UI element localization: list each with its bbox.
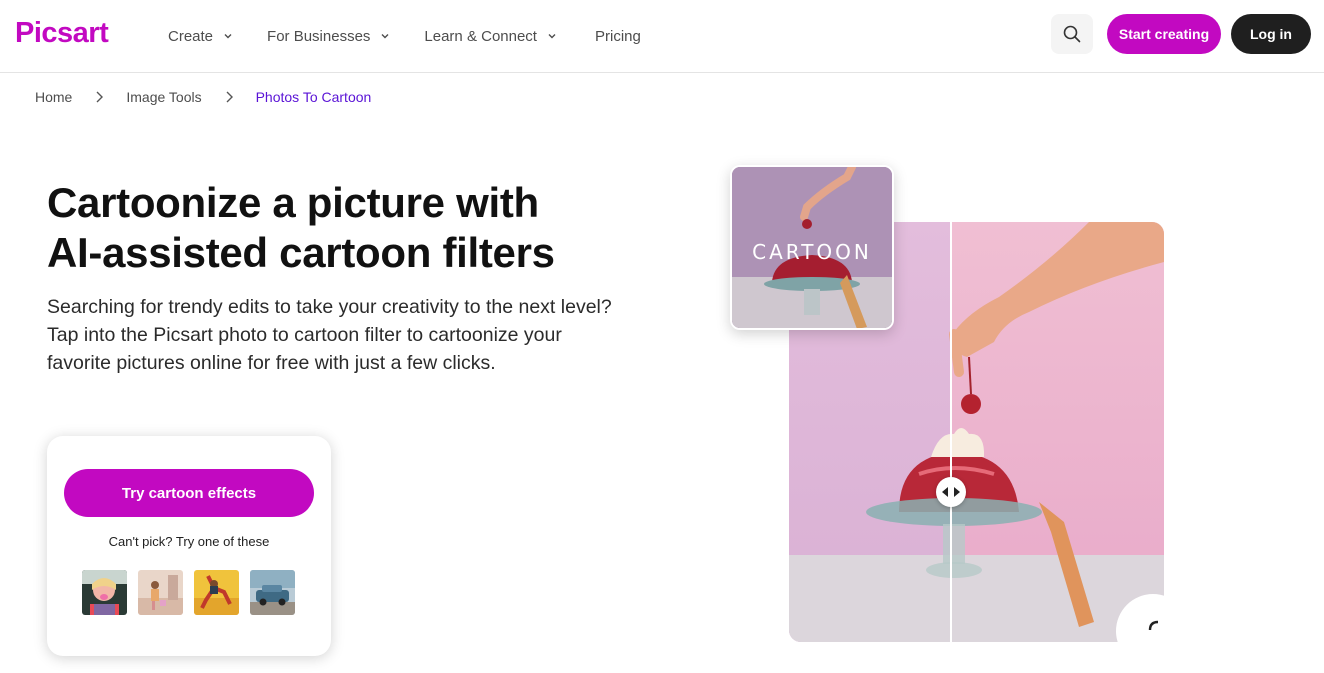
start-creating-button[interactable]: Start creating [1107,14,1221,54]
floating-action-circle[interactable] [1116,594,1190,668]
loading-arc-icon [1148,620,1159,631]
nav-for-businesses-label: For Businesses [267,27,371,45]
sample-image-dancer [194,570,239,615]
chevron-down-icon [224,34,232,39]
search-icon [1063,25,1081,43]
page-title-line-2: AI-assisted cartoon filters [47,229,555,276]
cant-pick-text: Can't pick? Try one of these [108,534,270,549]
chevron-down-icon [548,34,556,39]
nav-create-label: Create [168,27,214,45]
sample-image-vintage-car [250,570,295,615]
breadcrumb: Home Image Tools Photos To Cartoon [35,89,371,105]
picsart-logo[interactable]: Picsart [15,17,109,50]
main-nav: Create For Businesses Learn & Connect Pr… [168,0,675,72]
nav-create[interactable]: Create [168,28,233,45]
sample-thumbnails [82,570,306,615]
nav-pricing-label: Pricing [594,27,641,45]
login-button[interactable]: Log in [1231,14,1311,54]
breadcrumb-home[interactable]: Home [35,89,72,105]
breadcrumb-current[interactable]: Photos To Cartoon [256,89,372,105]
sample-thumbnail[interactable] [250,570,295,615]
sample-thumbnail[interactable] [194,570,239,615]
left-right-arrows-icon [942,487,960,497]
sample-thumbnail[interactable] [138,570,183,615]
breadcrumb-image-tools[interactable]: Image Tools [126,89,201,105]
site-header: Picsart Create For Businesses Learn & Co… [0,0,1324,73]
nav-pricing[interactable]: Pricing [595,28,641,45]
chevron-down-icon [381,34,389,39]
cartoon-preview-card: CARTOON [730,165,894,330]
nav-learn-connect-label: Learn & Connect [424,27,537,45]
chevron-right-icon [96,91,104,103]
sample-thumbnail[interactable] [82,570,127,615]
sample-image-woman-portrait [82,570,127,615]
cta-card: Try cartoon effects Can't pick? Try one … [47,436,331,656]
hero-description: Searching for trendy edits to take your … [47,296,612,374]
try-cartoon-effects-button[interactable]: Try cartoon effects [64,469,314,517]
search-button[interactable] [1051,14,1093,54]
comparison-slider-handle[interactable] [936,477,966,507]
nav-learn-connect[interactable]: Learn & Connect [424,28,557,45]
chevron-right-icon [226,91,233,103]
cartoon-label: CARTOON [752,240,872,264]
page-title: Cartoonize a picture with AI-assisted ca… [47,178,607,278]
nav-for-businesses[interactable]: For Businesses [267,28,390,45]
page-title-line-1: Cartoonize a picture with [47,179,539,226]
sample-image-street-woman [138,570,183,615]
